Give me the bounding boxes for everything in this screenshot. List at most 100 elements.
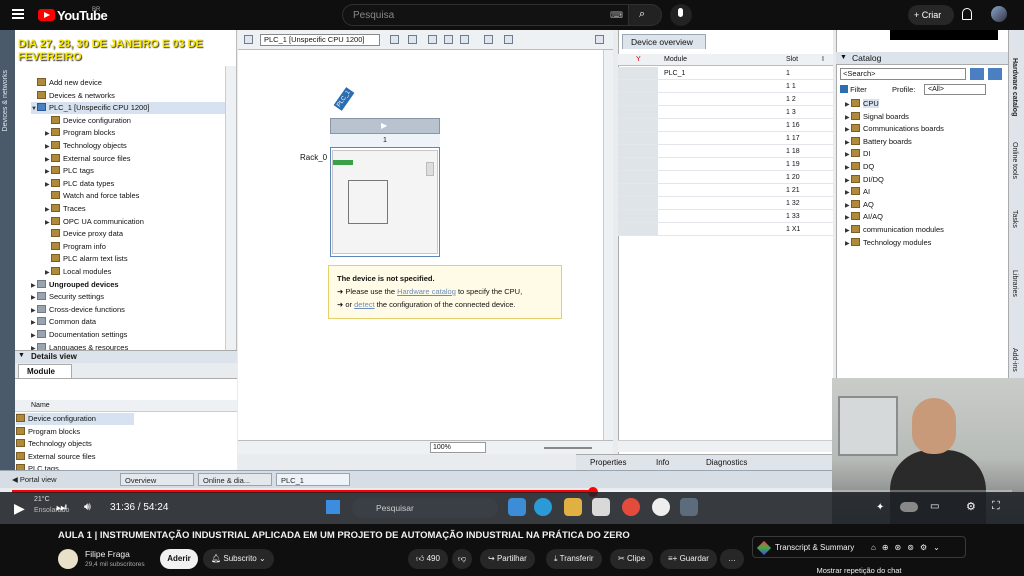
- channel-name[interactable]: Filipe Fraga: [85, 549, 130, 559]
- hardware-catalog-link[interactable]: Hardware catalog: [397, 287, 456, 296]
- rail-tab[interactable]: Online tools: [1011, 142, 1018, 179]
- catalog-item[interactable]: ▶ DI/DQ: [845, 174, 884, 186]
- toolbar-icon-4[interactable]: [444, 35, 453, 44]
- tia-portal-icon[interactable]: [680, 498, 698, 516]
- tree-item[interactable]: ▶ Security settings: [31, 291, 235, 303]
- tree-item[interactable]: ▶ Ungrouped devices: [31, 279, 235, 291]
- fullscreen-icon[interactable]: ⛶: [992, 500, 1000, 513]
- portal-tab[interactable]: PLC_1: [276, 473, 350, 486]
- device-view-icon[interactable]: [244, 35, 253, 44]
- catalog-header[interactable]: Catalog: [836, 52, 1008, 65]
- catalog-item[interactable]: ▶ Communications boards: [845, 123, 944, 135]
- like-button[interactable]: 👍︎ 490: [408, 549, 448, 569]
- youtube-logo-icon[interactable]: [38, 9, 55, 21]
- store-icon[interactable]: [592, 498, 610, 516]
- channel-avatar[interactable]: [58, 549, 78, 569]
- save-button[interactable]: ≡+ Guardar: [660, 549, 717, 569]
- chat-replay-button[interactable]: Mostrar repetição do chat: [752, 566, 966, 576]
- toolbar-icon-2[interactable]: [408, 35, 417, 44]
- tab-device-overview[interactable]: Device overview: [622, 34, 706, 49]
- avatar[interactable]: [991, 6, 1007, 22]
- tree-item[interactable]: ▶ Cross-device functions: [31, 304, 235, 316]
- tree-item[interactable]: Watch and force tables: [45, 190, 235, 202]
- menu-icon[interactable]: [12, 9, 24, 19]
- catalog-item[interactable]: ▶ Signal boards: [845, 111, 909, 123]
- tree-item[interactable]: Add new device: [31, 77, 235, 89]
- left-rail-label[interactable]: Devices & networks: [2, 70, 9, 131]
- zoom-slider[interactable]: [544, 447, 592, 449]
- details-col-name[interactable]: Name: [15, 400, 237, 412]
- windows-start-icon[interactable]: [326, 500, 340, 514]
- overview-row[interactable]: 1 21: [618, 184, 833, 197]
- chevron-down-icon[interactable]: ▼: [18, 352, 25, 359]
- overview-row[interactable]: PLC_1 1: [618, 67, 833, 80]
- rail-tab[interactable]: Add-ins: [1011, 348, 1018, 372]
- toolbar-icon-6[interactable]: [595, 35, 604, 44]
- canvas-vscrollbar[interactable]: [603, 50, 613, 440]
- tree-item[interactable]: Program info: [45, 241, 235, 253]
- taskview-icon[interactable]: [508, 498, 526, 516]
- checkbox-icon[interactable]: [840, 85, 848, 93]
- search-next-icon[interactable]: [988, 68, 1002, 80]
- filter-checkbox[interactable]: Filter: [840, 85, 867, 94]
- profile-select[interactable]: <All>: [924, 84, 986, 95]
- tree-item[interactable]: Device proxy data: [45, 228, 235, 240]
- app-icon[interactable]: [652, 498, 670, 516]
- grid-icon[interactable]: [460, 35, 469, 44]
- volume-icon[interactable]: 🔊︎: [84, 501, 91, 514]
- search-catalog-icon[interactable]: [970, 68, 984, 80]
- voice-search-button[interactable]: [670, 4, 692, 26]
- portal-view-button[interactable]: ◀ Portal view: [8, 473, 100, 486]
- join-button[interactable]: Aderir: [160, 549, 198, 569]
- tree-item[interactable]: ▶ Program blocks: [45, 127, 235, 139]
- rail-tab[interactable]: Libraries: [1011, 270, 1018, 297]
- catalog-item[interactable]: ▶ communication modules: [845, 224, 944, 236]
- subtitles-icon[interactable]: ▭: [930, 501, 939, 512]
- catalog-item[interactable]: ▶ AI: [845, 186, 870, 198]
- overview-row[interactable]: 1 3: [618, 106, 833, 119]
- tree-item[interactable]: Device configuration: [45, 115, 235, 127]
- catalog-item[interactable]: ▶ AQ: [845, 199, 874, 211]
- filter-icon[interactable]: Y: [636, 54, 641, 66]
- keyboard-icon[interactable]: ⌨: [610, 10, 623, 21]
- subscribe-button[interactable]: 🔔︎ Subscrito ⌄: [203, 549, 274, 569]
- details-row[interactable]: Device configuration: [16, 413, 134, 425]
- overview-row[interactable]: 1 X1: [618, 223, 833, 236]
- play-icon[interactable]: ▶: [14, 500, 25, 517]
- catalog-item[interactable]: ▶ Technology modules: [845, 237, 931, 249]
- zoom-select[interactable]: 100%: [430, 442, 486, 453]
- rail-tab[interactable]: Tasks: [1011, 210, 1018, 228]
- tree-item[interactable]: ▶ Common data: [31, 316, 235, 328]
- share-button[interactable]: ↪ Partilhar: [480, 549, 535, 569]
- overview-col-i[interactable]: I: [822, 54, 824, 66]
- tree-item[interactable]: ▶ OPC UA communication: [45, 216, 235, 228]
- edge-icon[interactable]: [534, 498, 552, 516]
- overview-row[interactable]: 1 1: [618, 80, 833, 93]
- bell-icon[interactable]: [962, 8, 972, 20]
- overview-row[interactable]: 1 2: [618, 93, 833, 106]
- details-view-header[interactable]: Details view: [15, 350, 237, 363]
- tree-item[interactable]: ▶ Technology objects: [45, 140, 235, 152]
- video-player[interactable]: Devices & networks Add new device Device…: [0, 30, 1024, 524]
- catalog-item[interactable]: ▶ AI/AQ: [845, 211, 883, 223]
- overview-row[interactable]: 1 18: [618, 145, 833, 158]
- catalog-search-input[interactable]: <Search>: [840, 68, 966, 80]
- toolbar-icon-3[interactable]: [428, 35, 437, 44]
- autoplay-icon[interactable]: ✦: [876, 502, 884, 513]
- detect-link[interactable]: detect: [354, 300, 374, 309]
- details-row[interactable]: External source files: [16, 451, 96, 463]
- folder-icon[interactable]: [564, 498, 582, 516]
- search-input[interactable]: Pesquisa: [342, 4, 628, 26]
- download-button[interactable]: ⤓ Transferir: [546, 549, 602, 569]
- tree-item[interactable]: ▶ Local modules: [45, 266, 235, 278]
- taskbar-search[interactable]: Pesquisar: [352, 498, 498, 518]
- portal-tab[interactable]: Online & dia...: [198, 473, 272, 486]
- next-icon[interactable]: ⏭: [56, 500, 67, 515]
- details-tab-module[interactable]: Module: [18, 364, 72, 378]
- tree-item[interactable]: ▶ Documentation settings: [31, 329, 235, 341]
- toolbar-icon-1[interactable]: [390, 35, 399, 44]
- tree-scrollbar[interactable]: [225, 66, 236, 350]
- tree-item[interactable]: PLC alarm text lists: [45, 253, 235, 265]
- transcript-summary-button[interactable]: Transcript & Summary ⌂⊕⊛⊚⚙⌄: [752, 536, 966, 558]
- overview-row[interactable]: 1 16: [618, 119, 833, 132]
